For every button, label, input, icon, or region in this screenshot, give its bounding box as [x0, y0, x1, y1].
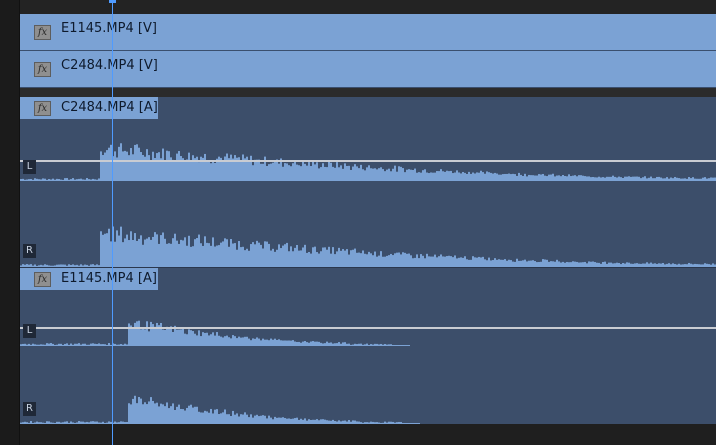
clip-name: C2484.MP4 [V] — [61, 58, 158, 73]
waveform — [20, 320, 420, 424]
playhead-handle[interactable] — [109, 0, 116, 3]
audio-clip-e1145[interactable]: fx E1145.MP4 [A] L R — [20, 268, 716, 425]
audio-clip-c2484[interactable]: fx C2484.MP4 [A] L R — [20, 97, 716, 268]
fx-badge-icon[interactable]: fx — [34, 272, 51, 287]
channel-right-label: R — [23, 244, 36, 258]
video-clip-c2484[interactable]: fx C2484.MP4 [V] — [20, 51, 716, 88]
clip-name: E1145.MP4 [V] — [61, 21, 157, 36]
channel-left-label: L — [23, 160, 36, 174]
clip-name: E1145.MP4 [A] — [61, 271, 157, 286]
playhead[interactable] — [112, 0, 113, 445]
channel-right-label: R — [23, 402, 36, 416]
fx-badge-icon[interactable]: fx — [34, 101, 51, 116]
empty-track-bottom — [20, 424, 716, 445]
fx-badge-icon[interactable]: fx — [34, 25, 51, 40]
channel-separator — [20, 327, 716, 329]
track-divider-strip — [20, 88, 716, 97]
channel-separator — [20, 160, 716, 162]
clip-name: C2484.MP4 [A] — [61, 100, 158, 115]
empty-track-top — [20, 0, 716, 15]
channel-left-label: L — [23, 324, 36, 338]
video-clip-e1145[interactable]: fx E1145.MP4 [V] — [20, 14, 716, 51]
fx-badge-icon[interactable]: fx — [34, 62, 51, 77]
track-header-gutter — [0, 0, 19, 445]
waveform — [20, 143, 716, 267]
